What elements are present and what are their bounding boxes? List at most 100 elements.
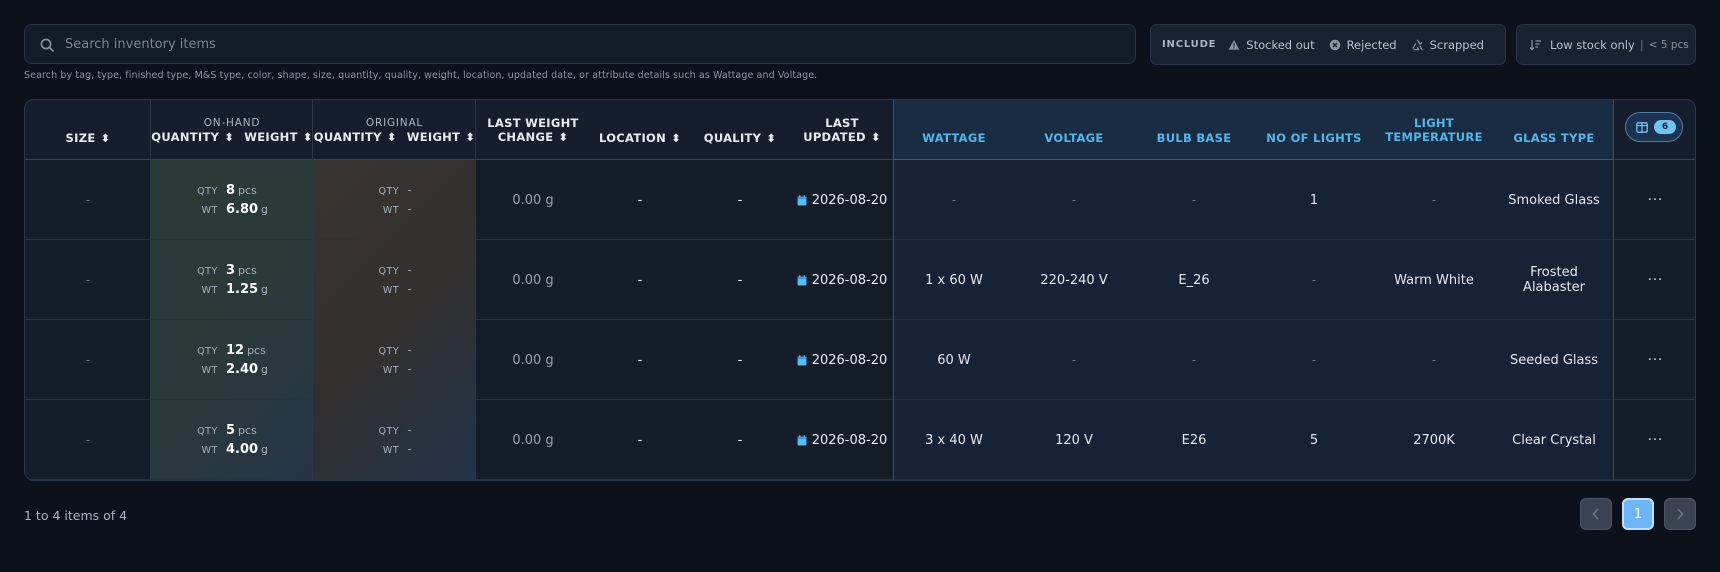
col-original-quantity[interactable]: QUANTITY ⬍ [314,130,397,145]
col-weight-label: WEIGHT [244,129,298,144]
col-glass-type-label: GLASS TYPE [1513,131,1595,145]
cell-last-updated: 2026-08-20 [790,400,894,480]
inventory-table: SIZE ⬍ ON-HAND QUANTITY ⬍ WEIGHT ⬍ ORIGINAL… [24,99,1696,481]
table-row[interactable]: - QTY 8 pcs WT 6.80 g QTY - WT -0.00 g - -2026-08-20… [25,160,1695,240]
cell-voltage: 120 V [1055,432,1093,448]
on-hand-qty-value: 3 [225,262,236,278]
unit-g: g [261,362,269,376]
col-light-temperature[interactable]: LIGHT TEMPERATURE [1374,100,1494,160]
on-hand-qty-value: 8 [225,182,236,198]
original-wt-value: - [407,201,412,216]
col-glass-type[interactable]: GLASS TYPE [1494,100,1614,160]
visible-columns-badge: 6 [1654,120,1676,134]
search-box [24,24,1136,64]
cell-on-hand: QTY 5 pcs WT 4.00 g [151,400,313,480]
cell-wattage: 60 W [937,352,971,368]
include-option-label: Scrapped [1429,37,1484,52]
column-visibility-button[interactable]: 6 [1625,112,1683,142]
row-actions-button[interactable]: ··· [1648,273,1663,288]
cell-size: - [85,272,91,287]
col-original-weight[interactable]: WEIGHT ⬍ [407,130,475,145]
sort-icon: ⬍ [558,130,569,145]
search-hint: Search by tag, type, finished type, M&S … [24,70,818,81]
wt-label: WT [201,444,218,456]
col-location[interactable]: LOCATION ⬍ [590,100,690,160]
col-last-weight-change-label-2: CHANGE [497,129,554,144]
include-rejected-toggle[interactable]: Rejected [1329,38,1397,52]
page-button-current[interactable]: 1 [1622,498,1654,530]
cell-last-updated: 2026-08-20 [790,320,894,400]
col-wattage[interactable]: WATTAGE [894,100,1014,160]
cell-light-temperature: 2700K [1413,432,1455,448]
cell-location: - [637,432,643,448]
cell-size: - [85,192,91,207]
cell-light-temperature: - [1431,192,1437,207]
on-hand-wt-value: 4.00 [225,441,259,457]
qty-label: QTY [378,425,400,437]
col-bulb-base[interactable]: BULB BASE [1134,100,1254,160]
col-quality-label: QUALITY [703,130,762,145]
wt-label: WT [201,204,218,216]
row-actions-button[interactable]: ··· [1648,433,1663,448]
row-actions-button[interactable]: ··· [1648,353,1663,368]
cell-original: QTY - WT - [313,240,476,320]
col-on-hand-weight[interactable]: WEIGHT ⬍ [244,130,312,145]
cell-last-weight-change: 0.00 g [512,192,554,208]
calendar-icon [797,274,807,285]
qty-label: QTY [197,265,218,277]
search-input[interactable] [65,25,1125,63]
col-location-label: LOCATION [598,130,667,145]
qty-label: QTY [378,345,400,357]
include-stocked-out-toggle[interactable]: Stocked out [1228,37,1315,52]
cell-voltage: 220-240 V [1040,272,1108,288]
calendar-icon [797,194,807,205]
original-group-label: ORIGINAL [365,116,424,129]
col-wattage-label: WATTAGE [922,131,986,145]
include-scrapped-toggle[interactable]: Scrapped [1411,38,1484,52]
low-stock-threshold: < 5 pcs [1648,38,1689,51]
sort-icon: ⬍ [870,130,881,145]
next-page-button[interactable] [1664,498,1696,530]
unit-pcs: pcs [238,183,257,197]
wt-label: WT [382,204,400,216]
cell-last-updated: 2026-08-20 [790,240,894,320]
cell-size: - [85,352,91,367]
columns-icon [1636,121,1648,133]
row-actions-cell: ··· [1614,400,1695,480]
cell-quality: - [737,352,743,368]
pagination-summary: 1 to 4 items of 4 [24,508,128,523]
col-no-of-lights[interactable]: NO OF LIGHTS [1254,100,1374,160]
col-on-hand-quantity[interactable]: QUANTITY ⬍ [151,130,234,145]
col-last-weight-change[interactable]: LAST WEIGHT CHANGE ⬍ [476,100,590,160]
wt-label: WT [382,364,400,376]
col-size[interactable]: SIZE ⬍ [25,100,151,160]
table-row[interactable]: - QTY 12 pcs WT 2.40 g QTY - WT -0.00 g - -2026-08-2… [25,320,1695,400]
original-wt-value: - [407,441,412,456]
chevron-left-icon [1592,508,1599,520]
table-row[interactable]: - QTY 5 pcs WT 4.00 g QTY - WT -0.00 g - -2026-08-20… [25,400,1695,480]
cell-light-temperature: Warm White [1394,272,1474,288]
col-voltage[interactable]: VOLTAGE [1014,100,1134,160]
previous-page-button[interactable] [1580,498,1612,530]
low-stock-toggle[interactable]: Low stock only | < 5 pcs [1516,24,1696,65]
cell-glass-type: Smoked Glass [1508,192,1600,208]
sort-icon: ⬍ [766,131,777,146]
col-last-updated[interactable]: LAST UPDATED ⬍ [790,100,894,160]
col-last-updated-label-2: UPDATED [803,129,866,144]
cell-glass-type: Frosted Alabaster [1523,265,1585,295]
cell-bulb-base: E_26 [1178,272,1210,288]
col-voltage-label: VOLTAGE [1044,131,1104,145]
table-row[interactable]: - QTY 3 pcs WT 1.25 g QTY - WT -0.00 g - -2026-08-20… [25,240,1695,320]
col-bulb-base-label: BULB BASE [1156,131,1232,145]
row-actions-button[interactable]: ··· [1648,193,1663,208]
updated-date: 2026-08-20 [811,192,888,208]
sort-icon: ⬍ [224,130,235,145]
column-divider [312,100,313,480]
cell-last-weight-change: 0.00 g [512,432,554,448]
cell-voltage: - [1071,352,1077,367]
cell-voltage: - [1071,192,1077,207]
col-quality[interactable]: QUALITY ⬍ [690,100,790,160]
wt-label: WT [382,444,400,456]
cell-glass-type: Seeded Glass [1509,352,1599,368]
include-option-label: Stocked out [1246,37,1315,52]
